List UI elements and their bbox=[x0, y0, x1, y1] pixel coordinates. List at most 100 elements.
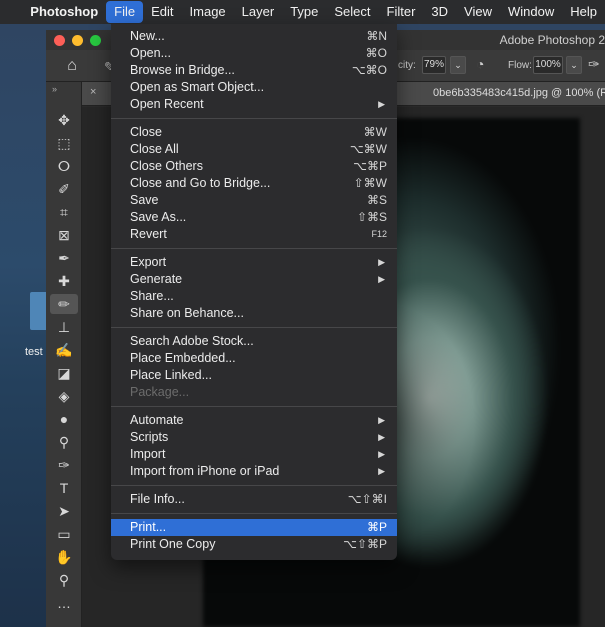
chevron-down-icon[interactable]: ⌄ bbox=[566, 56, 582, 74]
menu-help[interactable]: Help bbox=[562, 0, 605, 24]
airbrush-icon[interactable]: ✑ bbox=[588, 56, 600, 73]
submenu-arrow-icon: ▶ bbox=[378, 274, 385, 284]
menu-edit[interactable]: Edit bbox=[143, 0, 181, 24]
paint-bucket-tool-icon[interactable]: ◈ bbox=[50, 386, 78, 406]
menu-item-new[interactable]: New... ⌘N bbox=[111, 28, 397, 45]
menu-separator bbox=[111, 508, 397, 519]
shortcut-label: ⌥⌘O bbox=[351, 63, 387, 77]
close-icon[interactable]: × bbox=[90, 86, 96, 98]
marquee-tool-icon[interactable]: ⬚ bbox=[50, 133, 78, 153]
pressure-opacity-icon[interactable]: ◔ bbox=[476, 56, 484, 72]
menu-item-open-recent[interactable]: Open Recent ▶ bbox=[111, 96, 397, 113]
type-tool-icon[interactable]: T bbox=[50, 478, 78, 498]
menu-item-open-as-smart-object[interactable]: Open as Smart Object... bbox=[111, 79, 397, 96]
crop-tool-icon[interactable]: ⌗ bbox=[50, 202, 78, 222]
menu-item-close[interactable]: Close ⌘W bbox=[111, 124, 397, 141]
shortcut-label: ⌘O bbox=[365, 46, 387, 60]
menu-view[interactable]: View bbox=[456, 0, 500, 24]
shortcut-label: ⌥⇧⌘I bbox=[347, 492, 387, 506]
submenu-arrow-icon: ▶ bbox=[378, 432, 385, 442]
menu-filter[interactable]: Filter bbox=[379, 0, 424, 24]
menu-item-print-one-copy[interactable]: Print One Copy ⌥⇧⌘P bbox=[111, 536, 397, 553]
menu-item-place-embedded[interactable]: Place Embedded... bbox=[111, 350, 397, 367]
menu-app-photoshop[interactable]: Photoshop bbox=[22, 0, 106, 24]
menu-item-import-from-iphone-or-ipad[interactable]: Import from iPhone or iPad ▶ bbox=[111, 463, 397, 480]
chevron-down-icon[interactable]: ⌄ bbox=[450, 56, 466, 74]
eraser-tool-icon[interactable]: ◪ bbox=[50, 363, 78, 383]
home-icon[interactable]: ⌂ bbox=[62, 56, 82, 76]
menu-select[interactable]: Select bbox=[326, 0, 378, 24]
shortcut-label: ⌥⌘P bbox=[353, 159, 387, 173]
shortcut-label: F12 bbox=[371, 229, 387, 239]
eyedropper-tool-icon[interactable]: ✒ bbox=[50, 248, 78, 268]
menu-separator bbox=[111, 243, 397, 254]
pen-tool-icon[interactable]: ✑ bbox=[50, 455, 78, 475]
submenu-arrow-icon: ▶ bbox=[378, 257, 385, 267]
document-tab[interactable]: 0be6b335483c415d.jpg @ 100% (RGB/8 bbox=[433, 87, 605, 99]
menu-item-print[interactable]: Print... ⌘P bbox=[111, 519, 397, 536]
quick-select-tool-icon[interactable]: ✐ bbox=[50, 179, 78, 199]
zoom-tool-icon[interactable]: ⚲ bbox=[50, 570, 78, 590]
menu-separator bbox=[111, 113, 397, 124]
menu-item-automate[interactable]: Automate ▶ bbox=[111, 412, 397, 429]
frame-tool-icon[interactable]: ⊠ bbox=[50, 225, 78, 245]
menu-item-file-info[interactable]: File Info... ⌥⇧⌘I bbox=[111, 491, 397, 508]
collapse-panel-icon[interactable]: » bbox=[52, 84, 57, 94]
path-select-tool-icon[interactable]: ➤ bbox=[50, 501, 78, 521]
history-brush-tool-icon[interactable]: ✍ bbox=[50, 340, 78, 360]
menu-item-search-adobe-stock[interactable]: Search Adobe Stock... bbox=[111, 333, 397, 350]
menu-item-place-linked[interactable]: Place Linked... bbox=[111, 367, 397, 384]
window-zoom-button[interactable] bbox=[90, 35, 101, 46]
menu-item-save-as[interactable]: Save As... ⇧⌘S bbox=[111, 209, 397, 226]
menu-file[interactable]: File bbox=[106, 1, 144, 23]
clone-stamp-tool-icon[interactable]: ⊥ bbox=[50, 317, 78, 337]
more-tools-icon[interactable]: … bbox=[50, 593, 78, 613]
menu-item-save[interactable]: Save ⌘S bbox=[111, 192, 397, 209]
healing-brush-tool-icon[interactable]: ✚ bbox=[50, 271, 78, 291]
submenu-arrow-icon: ▶ bbox=[378, 99, 385, 109]
menu-item-import[interactable]: Import ▶ bbox=[111, 446, 397, 463]
hand-tool-icon[interactable]: ✋ bbox=[50, 547, 78, 567]
menu-item-export[interactable]: Export ▶ bbox=[111, 254, 397, 271]
menu-item-open[interactable]: Open... ⌘O bbox=[111, 45, 397, 62]
brush-tool-icon[interactable]: ✏ bbox=[50, 294, 78, 314]
shortcut-label: ⌥⇧⌘P bbox=[343, 537, 387, 551]
menu-separator bbox=[111, 401, 397, 412]
shortcut-label: ⌥⌘W bbox=[349, 142, 387, 156]
file-menu-dropdown: New... ⌘N Open... ⌘O Browse in Bridge... ⌥⌘… bbox=[111, 24, 397, 560]
tools-panel: » ✥ ⬚ ⵔ ✐ ⌗ ⊠ ✒ ✚ ✏ ⊥ ✍ ◪ ◈ ● ⚲ ✑ T ➤ ▭ … bbox=[46, 82, 82, 627]
menu-item-generate[interactable]: Generate ▶ bbox=[111, 271, 397, 288]
shortcut-label: ⇧⌘W bbox=[353, 176, 387, 190]
menu-separator bbox=[111, 322, 397, 333]
menu-type[interactable]: Type bbox=[282, 0, 326, 24]
submenu-arrow-icon: ▶ bbox=[378, 466, 385, 476]
window-close-button[interactable] bbox=[54, 35, 65, 46]
window-minimize-button[interactable] bbox=[72, 35, 83, 46]
flow-input[interactable]: 100% bbox=[533, 56, 563, 74]
move-tool-icon[interactable]: ✥ bbox=[50, 110, 78, 130]
menu-item-browse-in-bridge[interactable]: Browse in Bridge... ⌥⌘O bbox=[111, 62, 397, 79]
opacity-input[interactable]: 79% bbox=[422, 56, 446, 74]
submenu-arrow-icon: ▶ bbox=[378, 415, 385, 425]
shortcut-label: ⌘W bbox=[363, 125, 387, 139]
menu-image[interactable]: Image bbox=[182, 0, 234, 24]
opacity-label: city: bbox=[398, 60, 416, 71]
menu-item-close-all[interactable]: Close All ⌥⌘W bbox=[111, 141, 397, 158]
dodge-tool-icon[interactable]: ⚲ bbox=[50, 432, 78, 452]
menu-item-share-on-behance[interactable]: Share on Behance... bbox=[111, 305, 397, 322]
desktop-folder-label[interactable]: test bbox=[25, 346, 43, 358]
menu-3d[interactable]: 3D bbox=[423, 0, 456, 24]
menu-item-share[interactable]: Share... bbox=[111, 288, 397, 305]
menu-window[interactable]: Window bbox=[500, 0, 562, 24]
menu-item-close-others[interactable]: Close Others ⌥⌘P bbox=[111, 158, 397, 175]
rectangle-tool-icon[interactable]: ▭ bbox=[50, 524, 78, 544]
shortcut-label: ⌘P bbox=[366, 520, 387, 534]
lasso-tool-icon[interactable]: ⵔ bbox=[50, 156, 78, 176]
menu-item-scripts[interactable]: Scripts ▶ bbox=[111, 429, 397, 446]
blur-tool-icon[interactable]: ● bbox=[50, 409, 78, 429]
menu-layer[interactable]: Layer bbox=[234, 0, 283, 24]
window-title: Adobe Photoshop 2 bbox=[499, 33, 605, 47]
shortcut-label: ⌘S bbox=[366, 193, 387, 207]
menu-item-revert[interactable]: Revert F12 bbox=[111, 226, 397, 243]
menu-item-close-and-go-to-bridge[interactable]: Close and Go to Bridge... ⇧⌘W bbox=[111, 175, 397, 192]
